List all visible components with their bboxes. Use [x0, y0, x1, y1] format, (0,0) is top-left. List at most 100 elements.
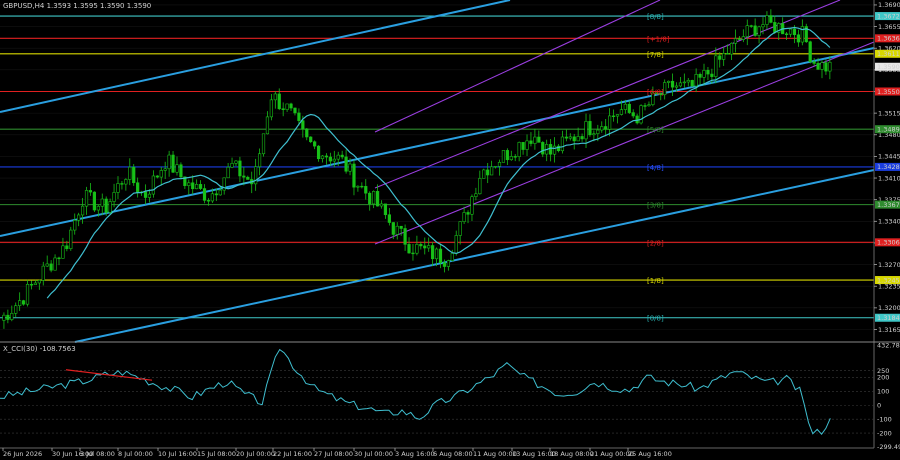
- candle-body: [434, 248, 439, 260]
- time-tick-label: 25 Aug 16:00: [628, 450, 672, 458]
- candle-body: [694, 73, 698, 87]
- candle-body: [411, 252, 415, 255]
- candle-body: [572, 136, 576, 142]
- candle-body: [163, 168, 167, 171]
- candle-body: [80, 205, 85, 216]
- cci-tick-label: 100: [877, 388, 889, 396]
- candle-body: [191, 182, 195, 190]
- candle-body: [576, 136, 580, 142]
- candle-body: [175, 164, 179, 173]
- level-label: [3/8]: [647, 202, 664, 210]
- candle-body: [128, 166, 132, 180]
- candle-body: [33, 282, 37, 285]
- level-price-value: 1.3636: [877, 35, 900, 43]
- candle-body: [360, 185, 364, 188]
- candle-body: [490, 166, 494, 176]
- time-tick-label: 27 Jul 08:00: [314, 450, 353, 458]
- candle-body: [584, 121, 588, 140]
- candle-body: [289, 103, 293, 109]
- level-price-value: 1.3489: [877, 126, 900, 134]
- candle-body: [497, 162, 502, 167]
- candle-body: [187, 182, 191, 186]
- candle-body: [403, 228, 407, 245]
- candle-body: [96, 205, 100, 211]
- candle-body: [368, 192, 372, 205]
- cci-tick-label: -200: [877, 429, 892, 437]
- candle-body: [383, 203, 388, 216]
- chart-background: [0, 0, 900, 460]
- candle-body: [792, 28, 797, 36]
- candle-body: [285, 103, 289, 110]
- candle-body: [195, 184, 199, 190]
- candle-body: [151, 175, 155, 195]
- price-tick-label: 1.3655: [878, 23, 900, 31]
- candle-body: [423, 245, 427, 249]
- candle-body: [773, 22, 777, 33]
- candle-body: [297, 112, 301, 121]
- level-label: [0/8]: [647, 315, 664, 323]
- candle-body: [769, 15, 773, 23]
- level-label: [1/8]: [647, 277, 664, 285]
- candle-body: [210, 193, 214, 202]
- candle-body: [143, 191, 148, 198]
- candle-body: [580, 136, 584, 140]
- candle-body: [120, 183, 124, 185]
- candle-body: [513, 156, 517, 158]
- candle-body: [348, 163, 352, 172]
- candle-body: [10, 312, 14, 320]
- candle-body: [749, 25, 753, 27]
- level-label: [+1/8]: [647, 35, 670, 43]
- candle-body: [529, 140, 533, 144]
- candle-body: [202, 188, 207, 201]
- candle-body: [592, 133, 596, 136]
- candle-body: [352, 163, 356, 188]
- candle-body: [670, 80, 675, 88]
- candle-body: [710, 73, 714, 77]
- candle-body: [242, 175, 246, 178]
- candle-body: [305, 128, 309, 138]
- candle-body: [611, 115, 616, 118]
- cci-tick-label: 200: [877, 374, 889, 382]
- time-tick-label: 3 Aug 16:00: [395, 450, 435, 458]
- gbpusd-h4-chart: 1.36901.36551.36201.35851.35501.35151.34…: [0, 0, 900, 460]
- candle-body: [706, 70, 710, 75]
- candle-body: [454, 235, 458, 254]
- candle-body: [77, 214, 81, 221]
- candle-body: [147, 193, 152, 198]
- candle-body: [328, 156, 332, 162]
- current-price-value: 1.3590: [877, 63, 900, 71]
- candle-body: [41, 265, 45, 281]
- candle-body: [124, 179, 128, 185]
- candle-body: [257, 153, 262, 168]
- candle-body: [395, 225, 399, 235]
- candle-body: [73, 220, 77, 231]
- candle-body: [753, 25, 757, 36]
- candle-body: [415, 244, 419, 254]
- candle-body: [458, 221, 462, 236]
- candle-body: [301, 120, 305, 130]
- candle-body: [824, 62, 828, 72]
- candle-body: [438, 248, 443, 263]
- candle-body: [431, 245, 435, 260]
- candle-body: [159, 170, 163, 178]
- candle-body: [639, 105, 643, 124]
- candle-body: [313, 141, 317, 147]
- candle-body: [714, 55, 718, 77]
- candle-body: [623, 103, 627, 110]
- candle-body: [65, 245, 69, 249]
- level-price-value: 1.3611: [877, 50, 900, 58]
- candle-body: [631, 112, 635, 117]
- candle-body: [399, 225, 403, 229]
- candle-body: [828, 61, 832, 72]
- cci-tick-label: 432.786: [877, 341, 900, 349]
- candle-body: [784, 33, 789, 35]
- cci-tick-label: -100: [877, 415, 892, 423]
- candle-body: [84, 190, 89, 207]
- level-price-value: 1.3184: [877, 314, 900, 322]
- candle-body: [627, 103, 631, 113]
- candle-body: [682, 81, 686, 84]
- candle-body: [269, 99, 273, 118]
- level-price-value: 1.3306: [877, 239, 900, 247]
- candle-body: [698, 73, 702, 78]
- level-label: [8/8]: [647, 13, 664, 21]
